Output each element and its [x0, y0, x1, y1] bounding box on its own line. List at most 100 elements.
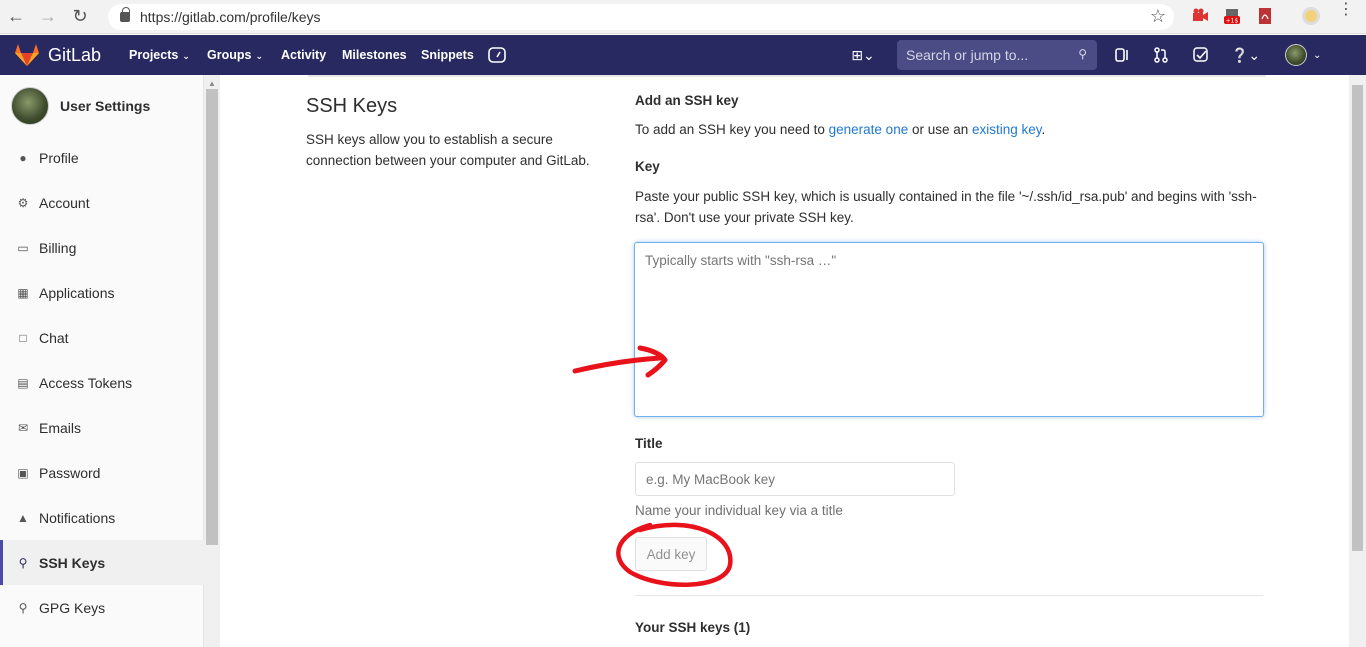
scrollbar-thumb[interactable] [206, 89, 218, 545]
sidebar-item-chat[interactable]: □ Chat [0, 315, 204, 360]
nav-groups-label: Groups [207, 48, 252, 62]
search-placeholder: Search or jump to... [906, 47, 1029, 63]
generate-one-link[interactable]: generate one [829, 122, 909, 137]
search-icon: ⚲ [1078, 47, 1087, 61]
browser-toolbar: ← → ↻ https://gitlab.com/profile/keys ☆ … [0, 0, 1366, 34]
title-help-text: Name your individual key via a title [635, 503, 843, 518]
avatar [11, 87, 49, 125]
nav-activity[interactable]: Activity [281, 48, 326, 62]
title-input[interactable] [635, 462, 955, 496]
merge-request-icon[interactable] [1152, 46, 1170, 64]
add-text-mid: or use an [908, 122, 973, 137]
search-input[interactable]: Search or jump to... ⚲ [897, 40, 1097, 70]
reload-icon[interactable]: ↻ [64, 1, 96, 33]
sidebar-item-label: Billing [39, 239, 77, 256]
scroll-up-arrow-icon[interactable]: ▲ [208, 79, 216, 88]
sidebar-item-password[interactable]: ▣ Password [0, 450, 204, 495]
chevron-down-icon: ⌄ [255, 51, 263, 61]
gitlab-logo[interactable]: GitLab [14, 43, 101, 67]
sidebar-header[interactable]: User Settings [11, 87, 150, 125]
sidebar-item-notifications[interactable]: ▲ Notifications [0, 495, 204, 540]
sidebar-item-label: Emails [39, 419, 82, 436]
sidebar-item-access-tokens[interactable]: ▤ Access Tokens [0, 360, 204, 405]
add-text-suffix: . [1041, 122, 1046, 137]
scrollbar-thumb[interactable] [1352, 85, 1363, 551]
address-bar[interactable]: https://gitlab.com/profile/keys ☆ [108, 4, 1174, 30]
credit-card-icon: ▭ [17, 240, 29, 255]
divider [308, 75, 1266, 77]
nav-projects-label: Projects [129, 48, 179, 62]
sidebar-item-label: Access Tokens [39, 374, 133, 391]
sidebar-item-profile[interactable]: ● Profile [0, 135, 204, 180]
page-title: SSH Keys [306, 95, 398, 117]
page-description: SSH keys allow you to establish a secure… [306, 132, 590, 168]
url-text: https://gitlab.com/profile/keys [140, 9, 321, 25]
sidebar-item-applications[interactable]: ▦ Applications [0, 270, 204, 315]
sidebar-item-label: Chat [39, 329, 69, 346]
nav-groups[interactable]: Groups ⌄ [207, 48, 263, 62]
sidebar-item-label: GPG Keys [39, 599, 106, 616]
extension-badge-icon[interactable]: +1$ [1223, 7, 1241, 25]
sidebar-scrollbar[interactable]: ▲ [204, 75, 220, 647]
page-scrollbar[interactable] [1349, 75, 1366, 647]
tanuki-icon [15, 44, 39, 66]
help-dropdown-icon[interactable]: ❔⌄ [1231, 46, 1260, 64]
gitlab-top-nav: GitLab Projects ⌄ Groups ⌄ Activity Milest… [0, 35, 1366, 75]
envelope-icon: ✉ [17, 420, 29, 435]
sidebar-item-ssh-keys[interactable]: ⚲ SSH Keys [0, 540, 204, 585]
person-icon: ● [19, 150, 27, 165]
lock-icon [120, 7, 130, 22]
extension-camera-icon[interactable] [1191, 7, 1209, 25]
new-plus-dropdown-icon[interactable]: ⊞⌄ [848, 46, 878, 64]
nav-projects[interactable]: Projects ⌄ [129, 48, 190, 62]
sidebar-item-label: Applications [39, 284, 115, 301]
main-content: SSH Keys SSH keys allow you to establish… [220, 75, 1350, 647]
key-label: Key [635, 159, 660, 174]
user-avatar [1285, 44, 1307, 66]
svg-text:+1$: +1$ [1226, 18, 1239, 25]
sidebar-toggle-icon[interactable] [1113, 46, 1131, 64]
chat-bubble-icon: □ [19, 330, 27, 345]
add-ssh-key-heading: Add an SSH key [635, 93, 739, 108]
sidebar-item-label: Notifications [39, 509, 116, 526]
add-ssh-key-text: To add an SSH key you need to generate o… [635, 122, 1045, 137]
pdf-extension-icon[interactable] [1256, 7, 1274, 25]
your-ssh-keys-heading: Your SSH keys (1) [635, 620, 751, 635]
browser-menu-icon[interactable]: ⋮ [1338, 2, 1354, 18]
back-arrow-icon[interactable]: ← [0, 1, 32, 33]
profile-avatar-icon[interactable] [1302, 7, 1320, 25]
sidebar-item-gpg-keys[interactable]: ⚲ GPG Keys [0, 585, 204, 630]
nav-milestones[interactable]: Milestones [342, 48, 407, 62]
key-help-text: Paste your public SSH key, which is usua… [635, 189, 1257, 225]
lock-icon: ▣ [17, 465, 29, 480]
brand-name: GitLab [48, 44, 102, 65]
grid-icon: ▦ [17, 285, 29, 300]
sidebar-item-emails[interactable]: ✉ Emails [0, 405, 204, 450]
bell-icon: ▲ [17, 510, 29, 525]
token-icon: ▤ [17, 375, 29, 390]
title-label: Title [635, 436, 663, 451]
settings-sidebar: User Settings ● Profile ⚙ Account ▭ Bill… [0, 75, 204, 647]
performance-gauge-icon[interactable] [488, 46, 506, 64]
account-gear-icon: ⚙ [17, 195, 29, 210]
add-key-button[interactable]: Add key [635, 537, 707, 571]
sidebar-item-label: Account [39, 194, 90, 211]
chevron-down-icon: ⌄ [1313, 49, 1322, 61]
sidebar-item-billing[interactable]: ▭ Billing [0, 225, 204, 270]
key-icon: ⚲ [18, 600, 28, 615]
add-text-prefix: To add an SSH key you need to [635, 122, 829, 137]
existing-key-link[interactable]: existing key [972, 122, 1042, 137]
forward-arrow-icon[interactable]: → [32, 1, 64, 33]
bookmark-star-icon[interactable]: ☆ [1150, 6, 1166, 27]
key-icon: ⚲ [18, 555, 28, 570]
todo-check-icon[interactable] [1192, 46, 1210, 64]
nav-snippets[interactable]: Snippets [421, 48, 474, 62]
user-menu[interactable]: ⌄ [1285, 43, 1325, 67]
sidebar-item-account[interactable]: ⚙ Account [0, 180, 204, 225]
chevron-down-icon: ⌄ [182, 51, 190, 61]
sidebar-item-label: Profile [39, 149, 79, 166]
sidebar-item-label: SSH Keys [39, 554, 106, 571]
sidebar-title: User Settings [60, 98, 151, 114]
key-textarea[interactable] [634, 242, 1264, 417]
section-divider [635, 595, 1263, 596]
